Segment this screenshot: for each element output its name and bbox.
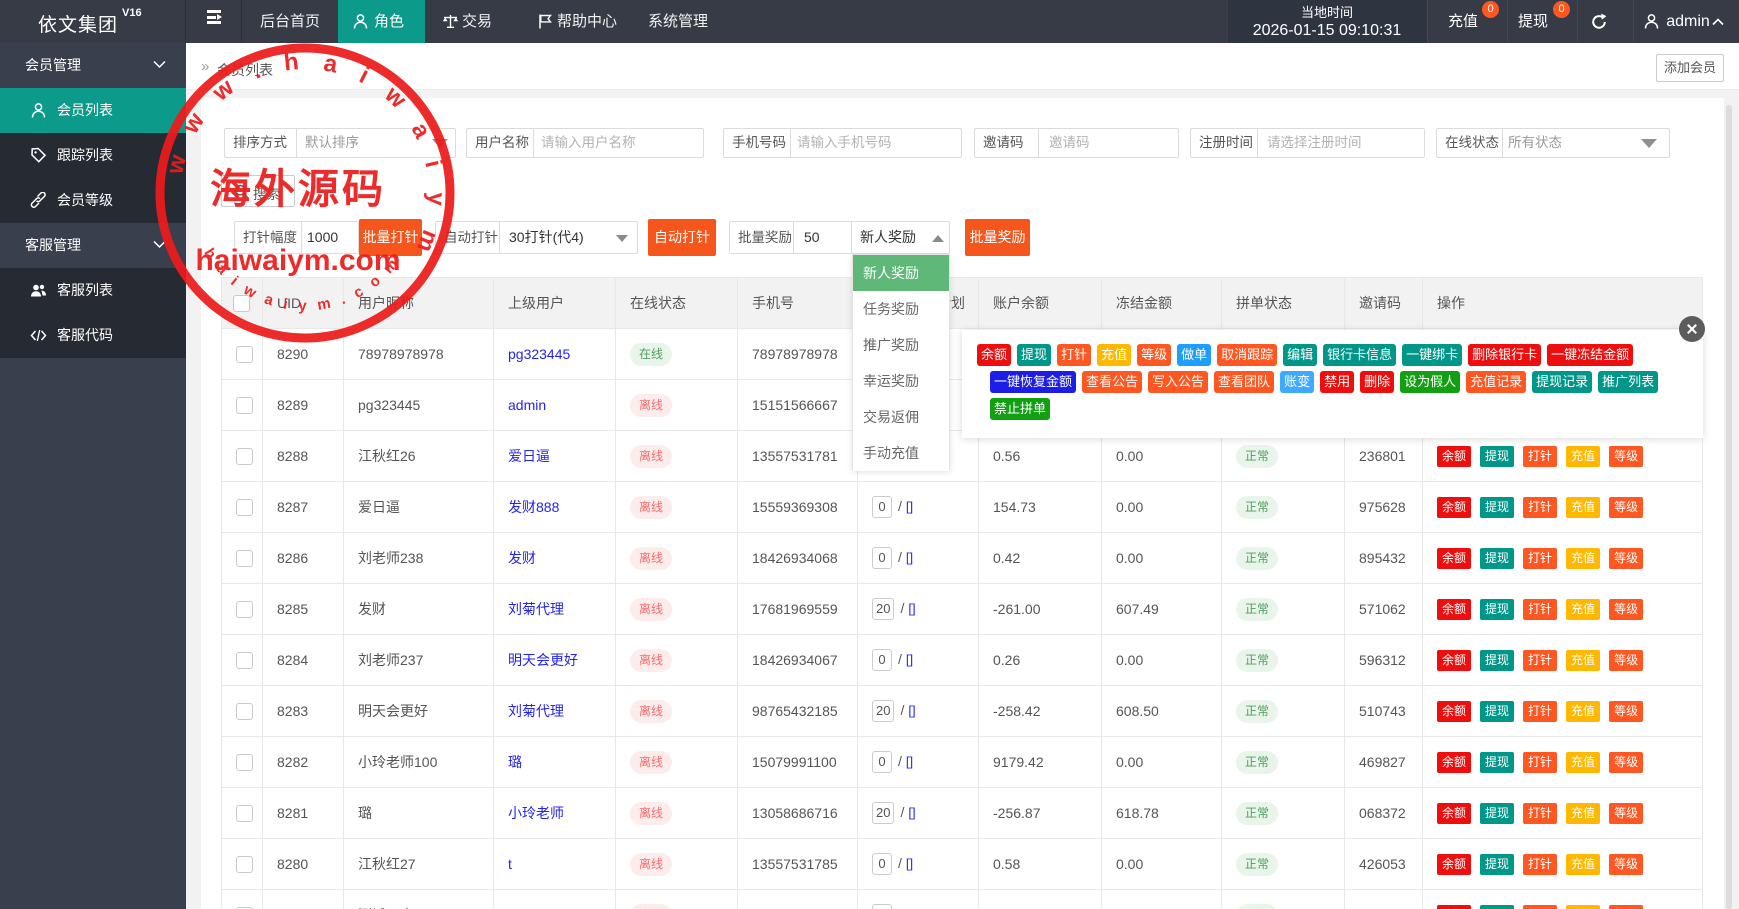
svg-text:海外源码: 海外源码 (210, 166, 386, 212)
svg-text:w w w . h a i w a i y m . c o: w w w . h a i w a i y m . c o m (148, 40, 450, 256)
svg-text:haiwaiym.com: haiwaiym.com (195, 244, 400, 277)
